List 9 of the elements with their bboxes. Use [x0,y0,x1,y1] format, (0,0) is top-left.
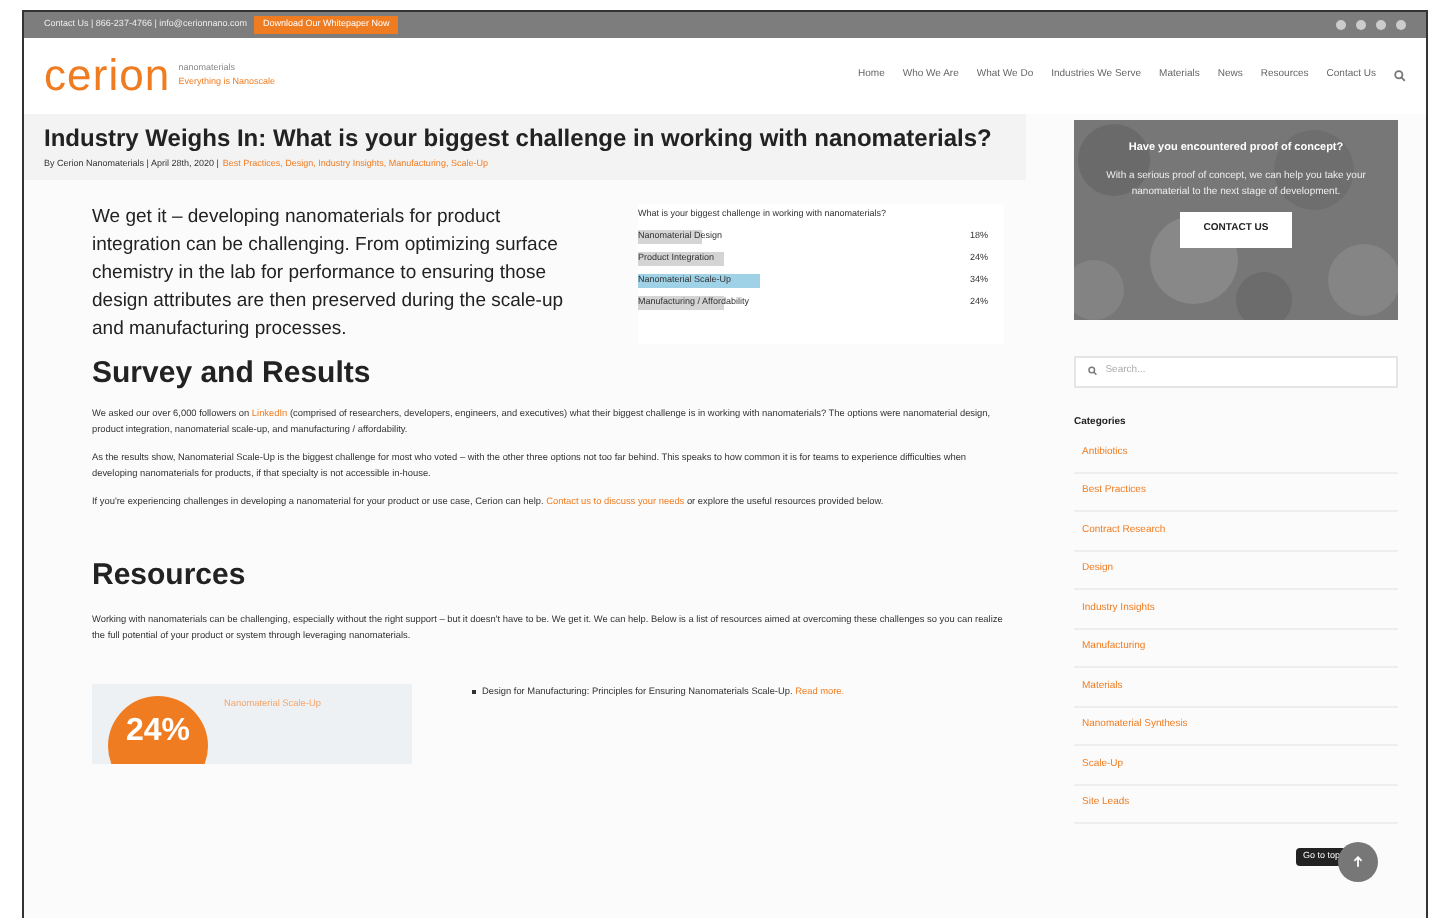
arrow-up-icon [1352,856,1364,868]
back-to-top-button[interactable] [1338,842,1378,882]
logo-text: cerion [44,54,171,98]
section-heading: Resources [92,556,248,597]
search-icon [1088,366,1098,377]
intro-text: We get it – developing nanomaterials for product integration can be challenging. From optimizing surface chemistry in the lab for performance to ensuring those design attributes are then preserved during the scale-up and manufacturing processes. [92,203,566,344]
section-heading: Survey and Results [92,353,373,394]
search-icon[interactable] [1394,70,1406,82]
post-title: Industry Weighs In: What is your biggest challenge in working with nanomaterials? [44,122,992,154]
